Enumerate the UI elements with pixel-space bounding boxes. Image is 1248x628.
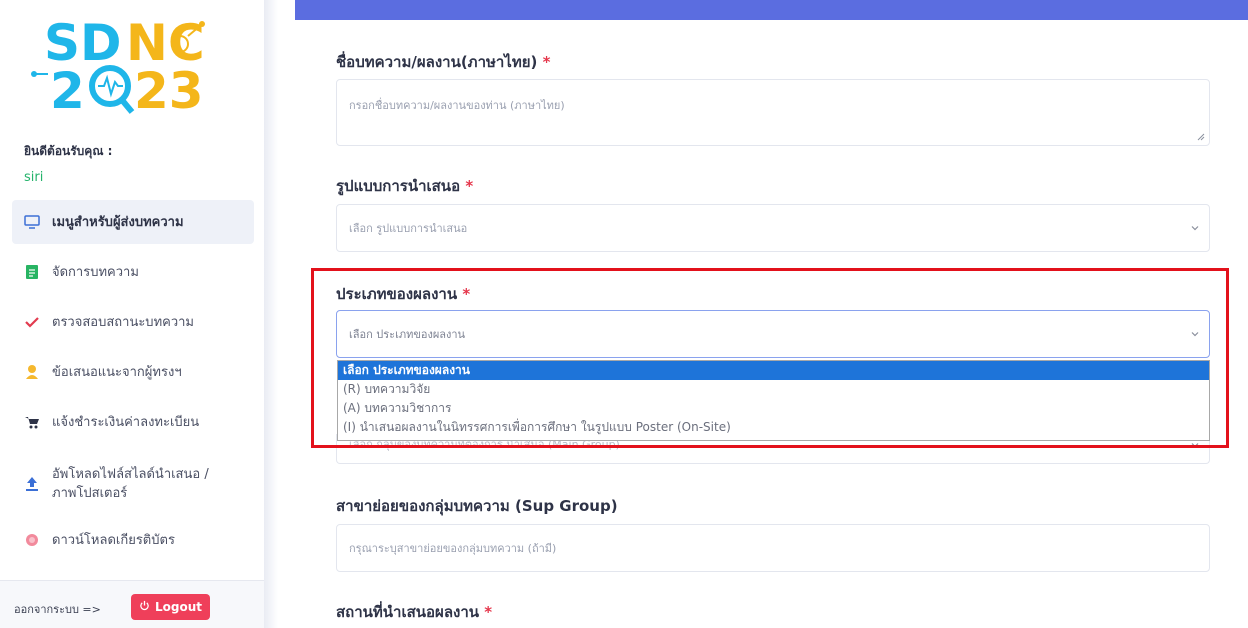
sdnc-2023-logo: SD N C 2 23 <box>31 14 205 120</box>
sidebar-item-upload-slides[interactable]: อัพโหลดไฟล์สไลด์นำเสนอ / ภาพโปสเตอร์ <box>12 456 254 512</box>
sidebar-item-label: ตรวจสอบสถานะบทความ <box>52 314 194 330</box>
badge-icon <box>24 532 40 548</box>
welcome-label: ยินดีต้อนรับคุณ : <box>24 144 113 158</box>
cart-icon <box>24 414 40 430</box>
power-icon <box>139 600 150 614</box>
chevron-down-icon <box>1191 226 1199 231</box>
resize-handle-icon[interactable] <box>1197 133 1205 141</box>
sidebar-divider <box>264 0 278 628</box>
document-icon <box>24 264 40 280</box>
title-th-label: ชื่อบทความ/ผลงาน(ภาษาไทย) * <box>336 53 551 71</box>
title-th-textarea[interactable]: กรอกชื่อบทความ/ผลงานของท่าน (ภาษาไทย) <box>336 79 1210 146</box>
logout-button[interactable]: Logout <box>131 594 210 620</box>
presentation-label: รูปแบบการนำเสนอ * <box>336 177 474 195</box>
sidebar-item-label: ข้อเสนอแนะจากผู้ทรงฯ <box>52 364 182 380</box>
sub-group-input[interactable]: กรุณาระบุสาขาย่อยของกลุ่มบทความ (ถ้ามี) <box>336 524 1210 572</box>
sidebar-item-reviewer-feedback[interactable]: ข้อเสนอแนะจากผู้ทรงฯ <box>12 350 254 394</box>
sidebar-item-label: อัพโหลดไฟล์สไลด์นำเสนอ / ภาพโปสเตอร์ <box>52 467 209 501</box>
title-th-placeholder: กรอกชื่อบทความ/ผลงานของท่าน (ภาษาไทย) <box>349 99 565 112</box>
presentation-select[interactable]: เลือก รูปแบบการนำเสนอ <box>336 204 1210 252</box>
username: siri <box>24 170 44 185</box>
sidebar-item-label: แจ้งชำระเงินค่าลงทะเบียน <box>52 414 200 430</box>
highlight-box <box>311 268 1229 448</box>
presentation-select-value: เลือก รูปแบบการนำเสนอ <box>349 222 468 235</box>
sidebar-item-label: ดาวน์โหลดเกียรติบัตร <box>52 532 175 548</box>
sidebar-item-download-certificate[interactable]: ดาวน์โหลดเกียรติบัตร <box>12 518 254 562</box>
logout-button-label: Logout <box>154 600 202 614</box>
upload-icon <box>24 476 40 492</box>
svg-text:2: 2 <box>50 62 85 120</box>
venue-label: สถานที่นำเสนอผลงาน * <box>336 603 493 621</box>
card-header-bar <box>295 0 1248 20</box>
sidebar-item-check-status[interactable]: ตรวจสอบสถานะบทความ <box>12 300 254 344</box>
sub-group-label: สาขาย่อยของกลุ่มบทความ (Sup Group) <box>336 497 618 515</box>
logout-row: ออกจากระบบ => Logout <box>0 580 264 628</box>
svg-text:23: 23 <box>134 62 204 120</box>
sidebar-item-author-menu[interactable]: เมนูสำหรับผู้ส่งบทความ <box>12 200 254 244</box>
sidebar-item-manage-articles[interactable]: จัดการบทความ <box>12 250 254 294</box>
monitor-icon <box>24 214 40 230</box>
sidebar: SD N C 2 23 ยินดีต้อนรับคุณ : siri เมนูส… <box>0 0 264 628</box>
user-icon <box>24 364 40 380</box>
sidebar-item-payment[interactable]: แจ้งชำระเงินค่าลงทะเบียน <box>12 400 254 444</box>
sidebar-item-label: เมนูสำหรับผู้ส่งบทความ <box>52 214 184 230</box>
logout-label: ออกจากระบบ => <box>14 603 101 616</box>
sub-group-placeholder: กรุณาระบุสาขาย่อยของกลุ่มบทความ (ถ้ามี) <box>349 542 557 555</box>
sidebar-item-label: จัดการบทความ <box>52 264 139 280</box>
checkmark-icon <box>24 314 40 330</box>
